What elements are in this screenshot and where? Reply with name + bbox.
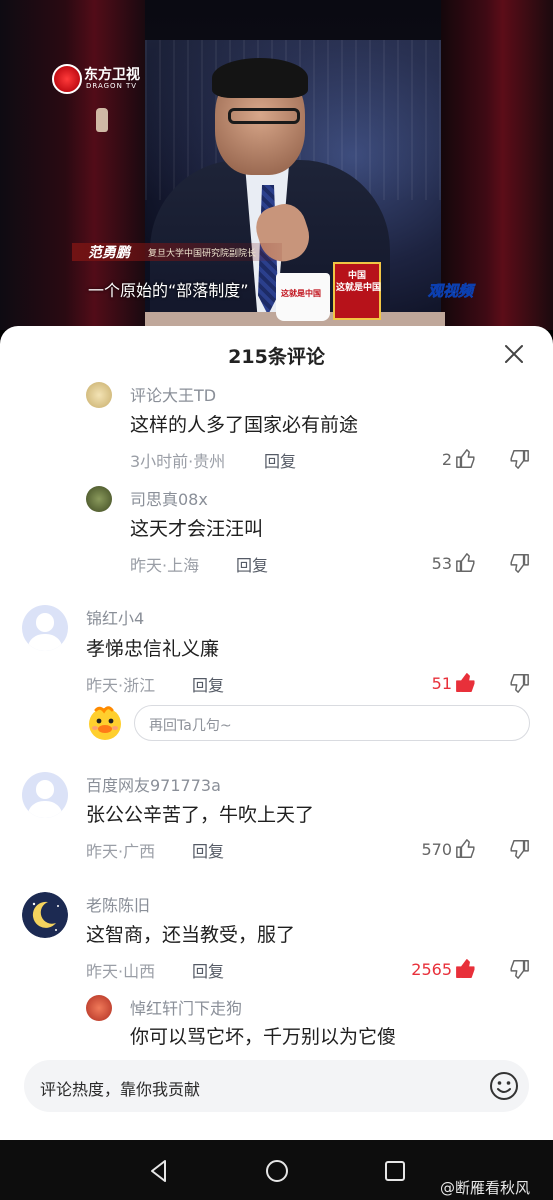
speaker-name: 范勇鹏 bbox=[88, 245, 130, 261]
show-watermark: 观视频 bbox=[428, 282, 474, 301]
reply-button[interactable]: 回复 bbox=[236, 552, 268, 576]
back-icon[interactable] bbox=[144, 1156, 174, 1186]
thumbs-up-icon[interactable] bbox=[455, 838, 477, 860]
thumbs-up-icon[interactable] bbox=[455, 958, 477, 980]
comment-input-placeholder[interactable]: 评论热度，靠你我贡献 bbox=[40, 1076, 200, 1100]
speaker-title: 复旦大学中国研究院副院长 bbox=[148, 249, 257, 259]
comment-username[interactable]: 锦红小4 bbox=[86, 605, 144, 629]
comment-meta: 昨天·上海 bbox=[130, 556, 200, 575]
like-count: 570 bbox=[421, 840, 452, 859]
avatar[interactable] bbox=[86, 486, 112, 512]
recents-icon[interactable] bbox=[380, 1156, 410, 1186]
thumbs-down-icon[interactable] bbox=[508, 672, 530, 694]
comment-text: 孝悌忠信礼义廉 bbox=[86, 638, 220, 660]
video-player[interactable]: 这就是中国 中国 这就是中国 东方卫视 DRAGON TV 范勇鹏 复旦大学中国… bbox=[0, 0, 553, 330]
reply-button[interactable]: 回复 bbox=[192, 958, 224, 982]
avatar[interactable] bbox=[22, 772, 68, 818]
channel-logo-text: 东方卫视 bbox=[84, 67, 140, 83]
channel-logo-sub: DRAGON TV bbox=[86, 82, 138, 90]
duck-emoji-icon bbox=[89, 706, 121, 740]
like-count: 2565 bbox=[411, 960, 452, 979]
close-icon[interactable] bbox=[502, 342, 526, 366]
speaker-glasses bbox=[228, 108, 300, 124]
thumbs-up-icon[interactable] bbox=[455, 552, 477, 574]
comment-text: 这智商，还当教受，服了 bbox=[86, 924, 296, 946]
comment-meta: 3小时前·贵州 bbox=[130, 452, 226, 471]
like-count: 53 bbox=[431, 554, 452, 573]
comment-username[interactable]: 悼红轩门下走狗 bbox=[130, 995, 242, 1019]
reply-button[interactable]: 回复 bbox=[192, 672, 224, 696]
weibo-watermark: @断雁看秋风 bbox=[440, 1179, 531, 1197]
comment-meta: 昨天·广西 bbox=[86, 842, 156, 861]
comment-text: 张公公辛苦了，牛吹上天了 bbox=[86, 804, 315, 826]
channel-logo-icon bbox=[52, 64, 82, 94]
reply-button[interactable]: 回复 bbox=[264, 448, 296, 472]
comment-count-title: 215条评论 bbox=[228, 346, 325, 368]
avatar[interactable] bbox=[86, 995, 112, 1021]
comment-username[interactable]: 评论大王TD bbox=[130, 382, 216, 406]
reply-input[interactable]: 再回Ta几句~ bbox=[134, 705, 530, 741]
video-subtitle: 一个原始的“部落制度” bbox=[88, 281, 249, 300]
like-count: 51 bbox=[431, 674, 452, 693]
comment-username[interactable]: 司思真08x bbox=[130, 486, 208, 510]
home-icon[interactable] bbox=[262, 1156, 292, 1186]
avatar[interactable] bbox=[22, 605, 68, 651]
comment-meta: 昨天·山西 bbox=[86, 962, 156, 981]
thumbs-down-icon[interactable] bbox=[508, 838, 530, 860]
thumbs-up-icon[interactable] bbox=[455, 672, 477, 694]
moon-avatar-icon[interactable] bbox=[22, 892, 68, 938]
comment-text: 这天才会汪汪叫 bbox=[130, 518, 264, 540]
comment-text: 这样的人多了国家必有前途 bbox=[130, 414, 359, 436]
mug-label: 这就是中国 bbox=[281, 289, 321, 298]
thumbs-up-icon[interactable] bbox=[455, 448, 477, 470]
thumbs-down-icon[interactable] bbox=[508, 448, 530, 470]
placard-text: 中国 这就是中国 bbox=[336, 271, 382, 293]
bottle-icon bbox=[96, 108, 108, 132]
reply-button[interactable]: 回复 bbox=[192, 838, 224, 862]
speaker-hair bbox=[212, 58, 308, 98]
avatar[interactable] bbox=[86, 382, 112, 408]
comment-meta: 昨天·浙江 bbox=[86, 676, 156, 695]
comment-username[interactable]: 百度网友971773a bbox=[86, 772, 221, 796]
thumbs-down-icon[interactable] bbox=[508, 552, 530, 574]
comment-text: 你可以骂它坏，千万别以为它傻 bbox=[130, 1026, 397, 1048]
emoji-icon[interactable] bbox=[488, 1070, 520, 1102]
like-count: 2 bbox=[441, 450, 452, 469]
thumbs-down-icon[interactable] bbox=[508, 958, 530, 980]
comment-username[interactable]: 老陈陈旧 bbox=[86, 892, 150, 916]
